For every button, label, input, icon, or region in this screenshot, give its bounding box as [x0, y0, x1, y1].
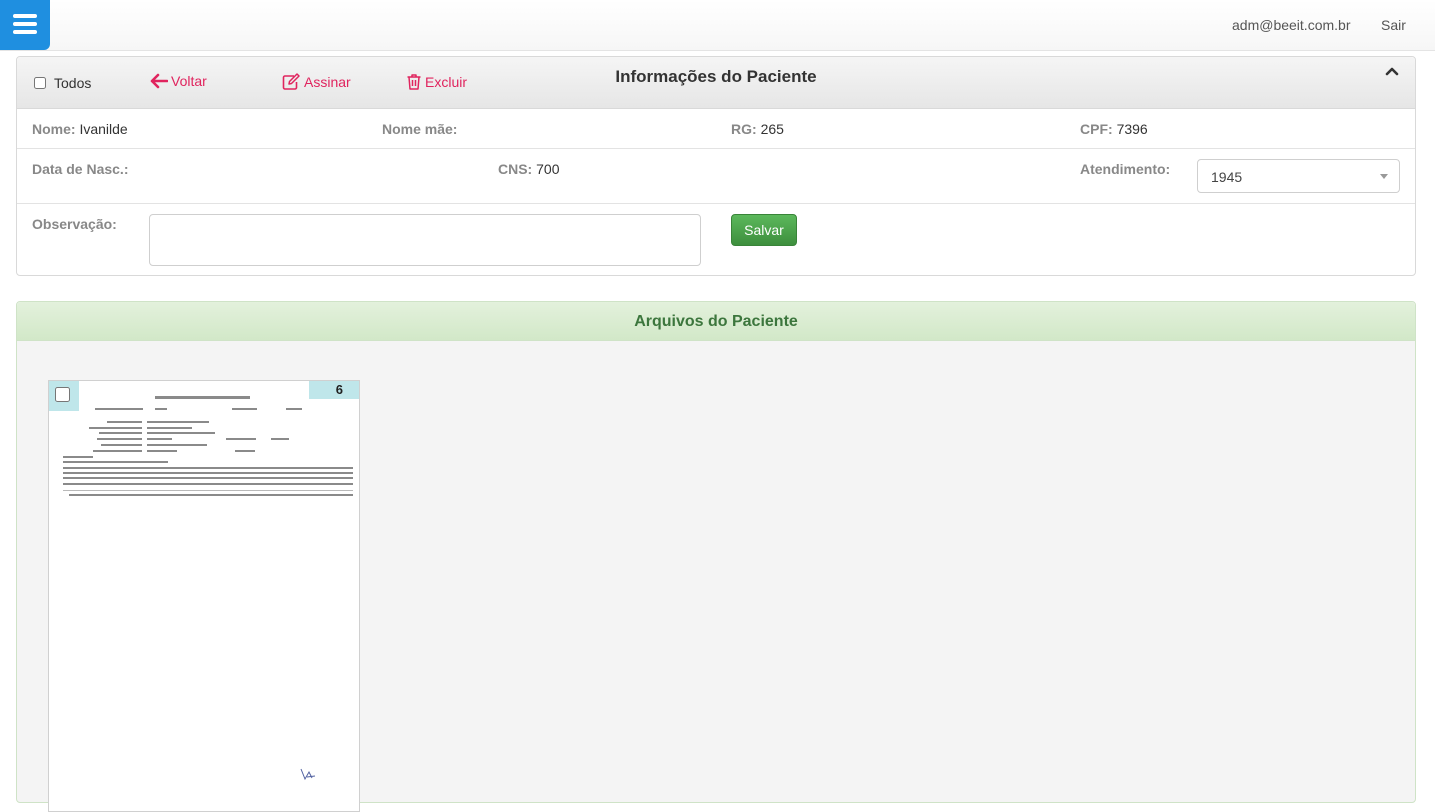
- observacao-label: Observação:: [32, 216, 117, 232]
- files-panel-title: Arquivos do Paciente: [634, 313, 798, 330]
- menu-button[interactable]: [0, 0, 50, 50]
- chevron-up-icon[interactable]: [1384, 65, 1400, 77]
- field-nome-mae: Nome mãe:: [382, 121, 457, 137]
- data-nasc-label: Data de Nasc.:: [32, 161, 129, 177]
- observacao-textarea[interactable]: [149, 214, 701, 266]
- atendimento-selected-value: 1945: [1211, 169, 1243, 185]
- cpf-value: 7396: [1116, 121, 1148, 137]
- field-cpf: CPF: 7396: [1080, 121, 1148, 137]
- user-email: adm@beeit.com.br: [1232, 17, 1351, 33]
- rg-label: RG:: [731, 121, 757, 137]
- cns-label: CNS:: [498, 161, 533, 177]
- file-select-area: [49, 381, 79, 411]
- patient-files-panel: Arquivos do Paciente 6: [16, 301, 1416, 812]
- rg-value: 265: [760, 121, 784, 137]
- top-bar: adm@beeit.com.br Sair: [0, 0, 1435, 51]
- caret-down-icon: [1380, 174, 1388, 179]
- nome-label: Nome:: [32, 121, 76, 137]
- logout-link[interactable]: Sair: [1381, 17, 1406, 33]
- patient-row-observation: Observação: Salvar: [17, 204, 1415, 274]
- files-panel-header: Arquivos do Paciente: [17, 302, 1415, 341]
- hamburger-menu-icon: [13, 14, 37, 18]
- field-nome: Nome: Ivanilde: [32, 121, 128, 137]
- patient-panel-title: Informações do Paciente: [615, 67, 817, 86]
- patient-row-details: Data de Nasc.: CNS: 700 Atendimento: 194…: [17, 149, 1415, 204]
- field-observacao: Observação:: [32, 216, 117, 232]
- field-cns: CNS: 700: [498, 161, 559, 177]
- file-select-checkbox[interactable]: [55, 387, 70, 402]
- document-preview-image: [63, 396, 353, 781]
- save-button[interactable]: Salvar: [731, 214, 797, 246]
- patient-row-identity: Nome: Ivanilde Nome mãe: RG: 265 CPF: 73…: [17, 109, 1415, 149]
- file-thumbnail[interactable]: 6: [48, 380, 360, 812]
- field-rg: RG: 265: [731, 121, 784, 137]
- hamburger-menu-icon-line: [13, 22, 37, 26]
- cpf-label: CPF:: [1080, 121, 1113, 137]
- field-data-nasc: Data de Nasc.:: [32, 161, 128, 177]
- cns-value: 700: [536, 161, 560, 177]
- patient-panel-header: Todos Voltar Assinar Excluir Informações…: [17, 57, 1415, 109]
- nome-mae-label: Nome mãe:: [382, 121, 458, 137]
- nome-value: Ivanilde: [79, 121, 128, 137]
- hamburger-menu-icon-line: [13, 30, 37, 34]
- patient-info-panel: Todos Voltar Assinar Excluir Informações…: [16, 56, 1416, 276]
- atendimento-select[interactable]: 1945: [1197, 159, 1400, 193]
- field-atendimento: Atendimento:: [1080, 161, 1170, 177]
- atendimento-label: Atendimento:: [1080, 161, 1171, 177]
- file-badge: 6: [309, 381, 359, 399]
